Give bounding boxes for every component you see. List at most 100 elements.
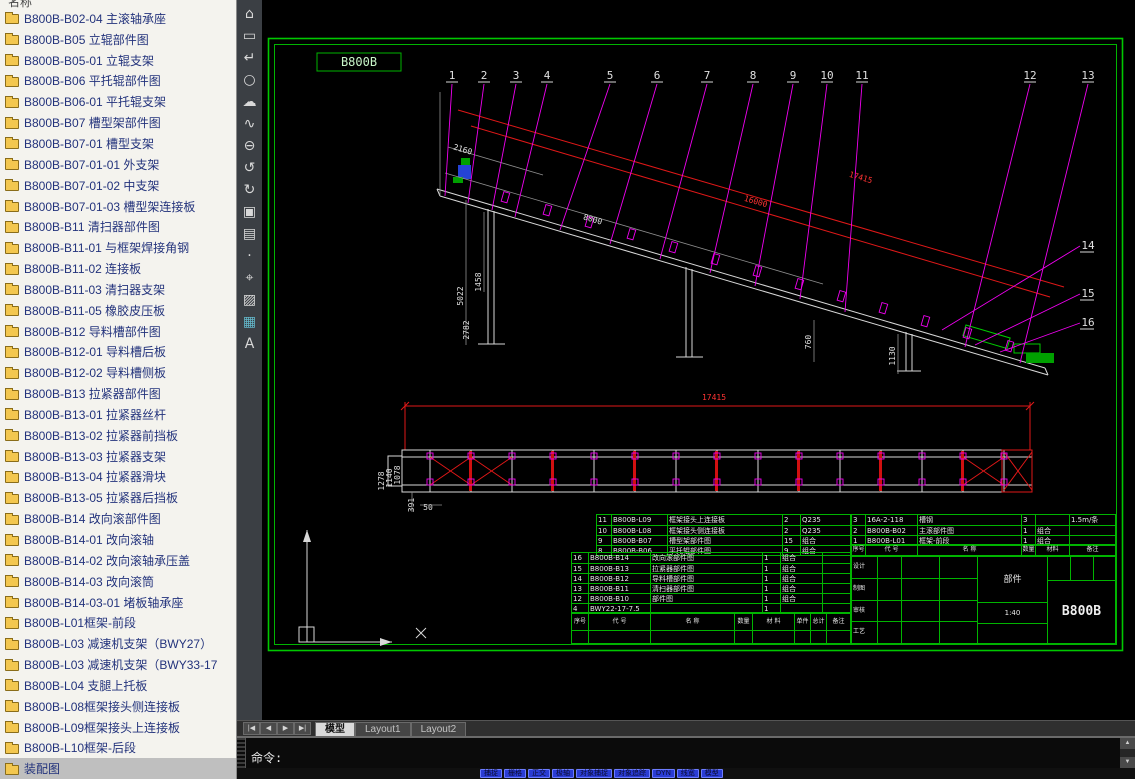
svg-text:2160: 2160: [452, 143, 473, 157]
home-icon[interactable]: ⌂: [238, 3, 261, 25]
folder-icon: [5, 283, 19, 296]
tree-item-label: B800B-L04 支腿上托板: [24, 678, 148, 693]
hatch-icon[interactable]: ▨: [238, 289, 261, 311]
scroll-up-icon[interactable]: ▲: [1120, 738, 1135, 749]
tree-item[interactable]: B800B-B14-02 改向滚轴承压盖: [0, 550, 236, 571]
tree-item[interactable]: B800B-B13-02 拉紧器前挡板: [0, 425, 236, 446]
drawing-canvas[interactable]: B800B 1 2 3 4 5 6 7 8 9 10 11 12 13 14 1…: [262, 0, 1135, 720]
bom-header-cell: 备注: [826, 613, 850, 630]
tab-model[interactable]: 模型: [315, 721, 355, 736]
tab-nav-arrow[interactable]: ▶|: [294, 722, 311, 735]
tree-item[interactable]: B800B-L04 支腿上托板: [0, 675, 236, 696]
title-block-middle: 部件 1:40: [978, 557, 1048, 643]
status-toggle[interactable]: DYN: [652, 769, 675, 778]
tree-item[interactable]: B800B-L03 减速机支架（BWY33-17: [0, 654, 236, 675]
bom-right-header: 序号代 号名 称数量 材料 备注: [851, 544, 1116, 556]
scrollbar-track[interactable]: [1120, 749, 1135, 757]
tree-item[interactable]: B800B-B05 立辊部件图: [0, 29, 236, 50]
file-tree: B800B-B02-04 主滚轴承座 B800B-B05 立辊部件图 B800B…: [0, 8, 236, 779]
scroll-down-icon[interactable]: ▼: [1120, 757, 1135, 768]
ellipse-icon[interactable]: ⊖: [238, 135, 261, 157]
redo-icon[interactable]: ↻: [238, 179, 261, 201]
tree-item[interactable]: B800B-B11-03 清扫器支架: [0, 279, 236, 300]
tree-item[interactable]: B800B-B12 导料槽部件图: [0, 321, 236, 342]
tab-layout1[interactable]: Layout1: [355, 721, 411, 736]
tree-item[interactable]: B800B-B13-01 拉紧器丝杆: [0, 404, 236, 425]
tree-item[interactable]: B800B-B12-02 导料槽侧板: [0, 362, 236, 383]
tree-item[interactable]: B800B-B13 拉紧器部件图: [0, 383, 236, 404]
divider-dot[interactable]: ·: [238, 245, 261, 267]
tree-item[interactable]: B800B-B14-03 改向滚筒: [0, 571, 236, 592]
circle-icon[interactable]: ○: [238, 69, 261, 91]
tree-item[interactable]: B800B-B07-01-02 中支架: [0, 175, 236, 196]
tree-item[interactable]: B800B-B13-03 拉紧器支架: [0, 446, 236, 467]
command-window[interactable]: 命令: ▲ ▼: [237, 736, 1135, 768]
text-icon[interactable]: A: [238, 333, 261, 355]
tree-item[interactable]: B800B-B06 平托辊部件图: [0, 71, 236, 92]
tree-column-header[interactable]: 名称: [0, 0, 236, 8]
tree-item[interactable]: B800B-B12-01 导料槽后板: [0, 342, 236, 363]
tree-item[interactable]: B800B-B11-01 与框架焊接角钢: [0, 237, 236, 258]
tree-item-label: B800B-L01框架-前段: [24, 616, 137, 631]
status-toggle[interactable]: 对象捕捉: [576, 769, 612, 778]
copy-icon[interactable]: ▣: [238, 201, 261, 223]
rectangle-icon[interactable]: ▭: [238, 25, 261, 47]
folder-icon: [5, 491, 19, 504]
command-window-grip[interactable]: [237, 738, 246, 768]
status-toggle[interactable]: 对象追踪: [614, 769, 650, 778]
folder-icon: [5, 325, 19, 338]
tab-layout2[interactable]: Layout2: [410, 721, 467, 736]
leader-icon[interactable]: ↵: [238, 47, 261, 69]
status-toggle[interactable]: 模型: [700, 769, 723, 778]
tree-item[interactable]: B800B-B06-01 平托辊支架: [0, 91, 236, 112]
command-scrollbar[interactable]: ▲ ▼: [1120, 738, 1135, 768]
tree-item-label: B800B-B13 拉紧器部件图: [24, 387, 161, 402]
status-toggle[interactable]: 线宽: [676, 769, 699, 778]
motor-part-blue: [458, 165, 471, 179]
tree-item[interactable]: B800B-B11-02 连接板: [0, 258, 236, 279]
status-toggle[interactable]: 极轴: [552, 769, 574, 778]
tree-item[interactable]: B800B-B14-01 改向滚轴: [0, 529, 236, 550]
tab-nav-arrow[interactable]: ◀: [260, 722, 277, 735]
paste-icon[interactable]: ▤: [238, 223, 261, 245]
measure-icon[interactable]: ⌖: [238, 267, 261, 289]
tree-item[interactable]: B800B-L08框架接头侧连接板: [0, 696, 236, 717]
status-toggle[interactable]: 栅格: [504, 769, 526, 778]
tab-nav-arrow[interactable]: ▶: [277, 722, 294, 735]
tree-item[interactable]: B800B-B07-01-03 槽型架连接板: [0, 196, 236, 217]
table-icon[interactable]: ▦: [238, 311, 261, 333]
tree-item[interactable]: B800B-B02-04 主滚轴承座: [0, 8, 236, 29]
folder-icon: [5, 616, 19, 629]
folder-icon: [5, 575, 19, 588]
status-toggle[interactable]: 捕捉: [480, 769, 502, 778]
folder-icon: [5, 200, 19, 213]
title-block-signatures: 设计 制图 审核 工艺: [852, 557, 978, 643]
tree-item[interactable]: B800B-B07-01-01 外支架: [0, 154, 236, 175]
undo-icon[interactable]: ↺: [238, 157, 261, 179]
tree-item[interactable]: B800B-B13-04 拉紧器滑块: [0, 467, 236, 488]
folder-icon: [5, 408, 19, 421]
spline-icon[interactable]: ∿: [238, 113, 261, 135]
tree-item[interactable]: B800B-L01框架-前段: [0, 612, 236, 633]
tree-item[interactable]: B800B-B14 改向滚部件图: [0, 508, 236, 529]
tree-item[interactable]: B800B-B05-01 立辊支架: [0, 50, 236, 71]
tab-nav-arrow[interactable]: |◀: [243, 722, 260, 735]
revcloud-icon[interactable]: ☁: [238, 91, 261, 113]
tree-item[interactable]: B800B-B07-01 槽型支架: [0, 133, 236, 154]
svg-text:5022: 5022: [456, 286, 465, 305]
bom-header-cell: 材 料: [752, 613, 794, 630]
tree-item[interactable]: B800B-B07 槽型架部件图: [0, 112, 236, 133]
tree-item[interactable]: B800B-B14-03-01 堵板轴承座: [0, 592, 236, 613]
tree-item[interactable]: B800B-B11 清扫器部件图: [0, 216, 236, 237]
bom-header-cell: 代 号: [865, 545, 917, 555]
svg-text:11: 11: [855, 69, 868, 82]
tree-item[interactable]: B800B-L09框架接头上连接板: [0, 717, 236, 738]
tree-item[interactable]: B800B-L03 减速机支架（BWY27）: [0, 633, 236, 654]
tree-item[interactable]: 装配图: [0, 758, 236, 779]
status-toggle[interactable]: 正交: [528, 769, 550, 778]
tree-item[interactable]: B800B-B11-05 橡胶皮压板: [0, 300, 236, 321]
svg-text:9: 9: [790, 69, 797, 82]
command-prompt[interactable]: 命令:: [251, 749, 282, 766]
tree-item[interactable]: B800B-L10框架-后段: [0, 738, 236, 759]
tree-item[interactable]: B800B-B13-05 拉紧器后挡板: [0, 487, 236, 508]
